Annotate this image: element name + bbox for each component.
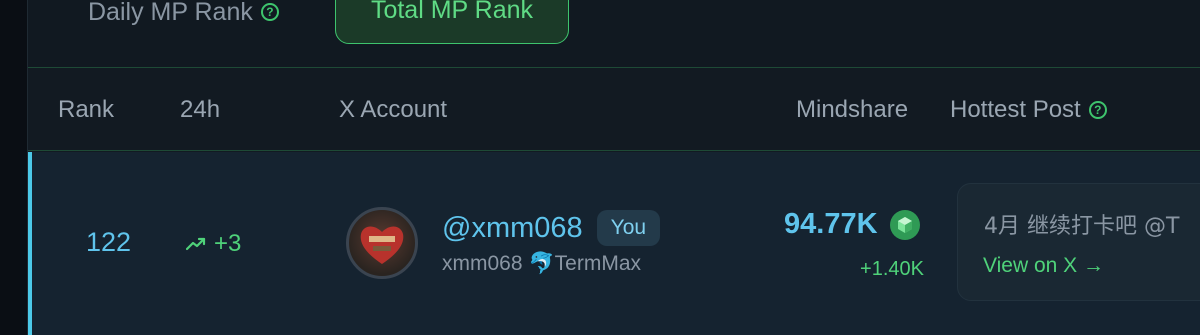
leaderboard-panel: Daily MP Rank ? Total MP Rank Rank 24h X…	[27, 0, 1200, 335]
column-header-rank[interactable]: Rank	[58, 96, 114, 124]
hottest-post-text: 4月 继续打卡吧 @T	[984, 214, 1180, 239]
you-badge: You	[596, 210, 661, 246]
account-subline: xmm068 🐬TermMax	[442, 252, 641, 276]
tab-daily-mp-rank[interactable]: Daily MP Rank ?	[88, 0, 279, 32]
tab-total-mp-rank[interactable]: Total MP Rank	[335, 0, 569, 44]
tab-total-label: Total MP Rank	[370, 0, 534, 24]
mindshare-change: +1.40K	[860, 258, 924, 280]
hottest-post-card[interactable]: 4月 继续打卡吧 @T View on X →	[957, 183, 1200, 301]
display-name: xmm068	[442, 252, 523, 275]
affiliation: 🐬TermMax	[528, 252, 642, 275]
column-header-24h[interactable]: 24h	[180, 96, 220, 124]
tab-daily-label: Daily MP Rank	[88, 0, 253, 26]
table-row[interactable]: 122 +3 @xmm068 You xmm068 🐬TermMax 94.77…	[28, 152, 1200, 335]
column-header-mindshare[interactable]: Mindshare	[796, 96, 908, 124]
mindshare-value: 94.77K	[784, 208, 878, 240]
avatar[interactable]	[346, 207, 418, 279]
account-handle[interactable]: @xmm068	[442, 212, 583, 245]
tab-bar: Daily MP Rank ? Total MP Rank	[28, 0, 1200, 68]
account-handle-line: @xmm068 You	[442, 210, 661, 246]
change-24h-value: +3	[214, 230, 242, 257]
change-24h: +3	[186, 230, 241, 258]
table-header: Rank 24h X Account Mindshare Hottest Pos…	[28, 69, 1200, 151]
column-header-x-account: X Account	[339, 96, 448, 123]
cube-icon	[889, 209, 920, 240]
help-icon[interactable]: ?	[260, 3, 279, 21]
view-on-x-link[interactable]: View on X →	[983, 254, 1104, 278]
help-icon[interactable]: ?	[1088, 101, 1107, 119]
trending-up-icon	[186, 237, 206, 251]
hottest-post-label: Hottest Post	[950, 96, 1081, 123]
rank-value: 122	[86, 227, 132, 257]
column-header-hottest-post: Hottest Post ?	[950, 96, 1107, 124]
mindshare-value-group: 94.77K	[784, 208, 920, 241]
